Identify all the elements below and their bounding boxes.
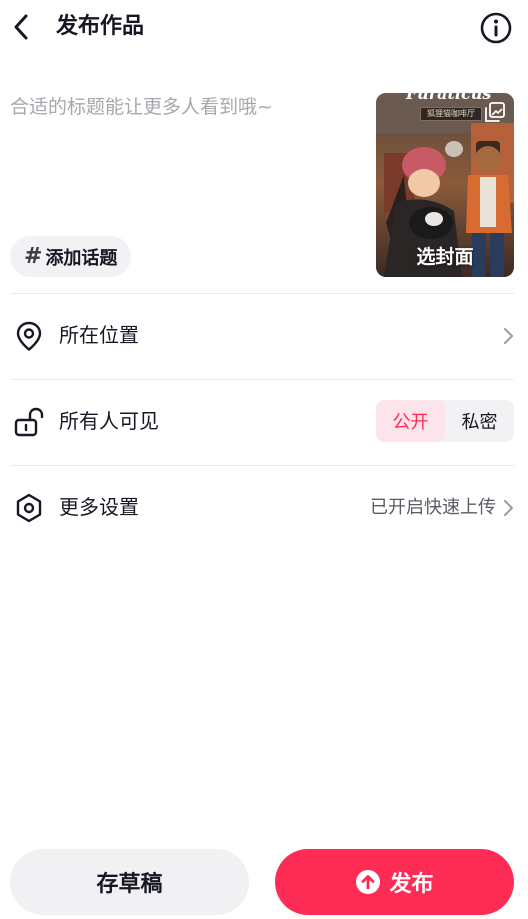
visibility-label: 所有人可见 (59, 409, 159, 433)
chevron-right-icon (504, 500, 513, 516)
cover-sign-text: 狐狸猫咖啡厅 (420, 107, 482, 121)
visibility-row: 所有人可见 公开 私密 (0, 379, 528, 465)
more-settings-row[interactable]: 更多设置 已开启快速上传 (0, 465, 528, 551)
location-label: 所在位置 (59, 323, 139, 347)
arrow-up-circle-icon (356, 870, 381, 894)
choose-cover-label: 选封面 (416, 246, 474, 268)
svg-text:Furaticus: Furaticus (405, 93, 491, 103)
publish-label: 发布 (389, 872, 434, 897)
image-stack-icon (485, 102, 505, 122)
hexagon-settings-icon (16, 493, 42, 523)
quick-upload-status: 已开启快速上传 (370, 497, 496, 518)
location-row[interactable]: 所在位置 (0, 293, 528, 379)
visibility-public-option[interactable]: 公开 (376, 400, 445, 442)
chevron-right-icon (504, 328, 513, 344)
page-title: 发布作品 (56, 14, 145, 39)
header-bar: 发布作品 (0, 0, 528, 56)
more-settings-label: 更多设置 (59, 495, 139, 519)
chevron-left-icon (14, 14, 28, 40)
info-button[interactable] (479, 11, 513, 45)
back-button[interactable] (6, 10, 36, 44)
visibility-toggle: 公开 私密 (376, 400, 514, 442)
location-pin-icon (16, 321, 42, 351)
publish-button[interactable]: 发布 (275, 849, 514, 915)
info-circle-icon (480, 12, 512, 44)
unlock-icon (14, 407, 44, 437)
caption-input[interactable]: 合适的标题能让更多人看到哦~ (10, 92, 360, 122)
cover-thumbnail[interactable]: Furaticus 狐狸猫咖啡厅 选封面 (376, 93, 514, 277)
hashtag-icon: # (24, 244, 43, 269)
save-draft-button[interactable]: 存草稿 (10, 849, 249, 915)
add-topic-button[interactable]: # 添加话题 (10, 236, 132, 277)
visibility-private-option[interactable]: 私密 (445, 400, 514, 442)
add-topic-label: 添加话题 (45, 247, 118, 269)
